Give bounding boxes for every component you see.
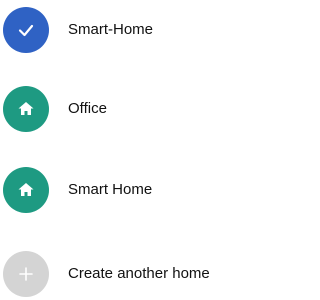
home-icon: [18, 102, 34, 115]
home-badge: [3, 86, 49, 132]
home-icon: [18, 183, 34, 196]
home-item-label: Smart Home: [68, 181, 153, 198]
create-home-badge: [3, 251, 49, 297]
plus-icon: [19, 267, 33, 281]
home-item-label: Office: [68, 100, 107, 117]
selected-home-badge: [3, 7, 49, 53]
home-item-label: Smart-Home: [68, 21, 154, 38]
create-home-label: Create another home: [68, 265, 210, 282]
home-item-smart-home-2[interactable]: Smart Home: [0, 164, 244, 216]
checkmark-icon: [18, 24, 34, 37]
create-home-button[interactable]: Create another home: [0, 248, 244, 300]
home-item-office[interactable]: Office: [0, 83, 244, 135]
home-list: Smart-Home Office Smart Home Create anot…: [0, 0, 244, 297]
home-item-smart-home[interactable]: Smart-Home: [0, 4, 244, 56]
home-badge: [3, 167, 49, 213]
